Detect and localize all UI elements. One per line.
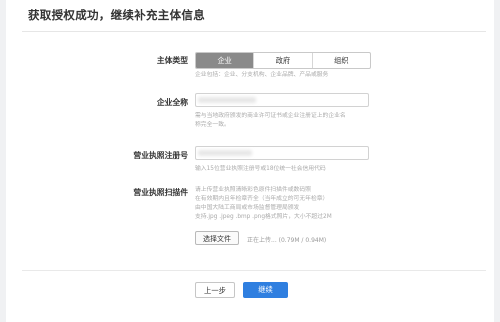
company-name-label: 企业全称 [156, 98, 188, 107]
page: 获取授权成功，继续补充主体信息 主体类型 企业 政府 组织 企业包括：企业、分支… [0, 0, 500, 322]
subject-type-option-organization[interactable]: 组织 [313, 53, 370, 68]
continue-button[interactable]: 继续 [243, 282, 288, 298]
company-name-redacted [198, 97, 256, 103]
right-gutter [494, 0, 500, 322]
license-number-label: 营业执照注册号 [133, 151, 188, 160]
license-scan-hint-3: 由中国大陆工商局或市场监督管理局颁发 [195, 205, 300, 211]
page-title: 获取授权成功，继续补充主体信息 [28, 8, 205, 22]
previous-step-button[interactable]: 上一步 [195, 282, 235, 298]
choose-file-button[interactable]: 选择文件 [195, 231, 239, 245]
company-name-hint-line2: 称完全一致。 [195, 122, 230, 128]
subject-type-segmented-control: 企业 政府 组织 [195, 52, 371, 69]
subject-type-label: 主体类型 [156, 56, 188, 65]
upload-status: 正在上传... (0.79M / 0.94M) [247, 237, 327, 244]
company-name-hint-line1: 需与当地政府颁发的商业许可证书或企业注册证上的企业名 [195, 113, 346, 119]
license-number-redacted [198, 150, 252, 156]
license-scan-hint-1: 请上传营业执照清晰彩色原件扫描件或数码照 [195, 187, 311, 193]
footer-divider [22, 270, 486, 271]
left-gutter [0, 0, 6, 322]
subject-type-option-government[interactable]: 政府 [254, 53, 313, 68]
license-scan-hint-4: 支持.jpg .jpeg .bmp .png格式照片，大小不超过2M [195, 214, 332, 220]
header-divider [22, 31, 486, 32]
license-scan-label: 营业执照扫描件 [133, 188, 188, 197]
subject-type-option-enterprise[interactable]: 企业 [196, 53, 255, 68]
subject-type-hint: 企业包括：企业、分支机构、企业品牌、产品或服务 [195, 72, 329, 78]
license-number-hint: 输入15位营业执照注册号或18位统一社会信用代码 [195, 166, 326, 172]
license-scan-hint-2: 在有效期内且年检章齐全（当年成立的可无年检章） [195, 196, 329, 202]
